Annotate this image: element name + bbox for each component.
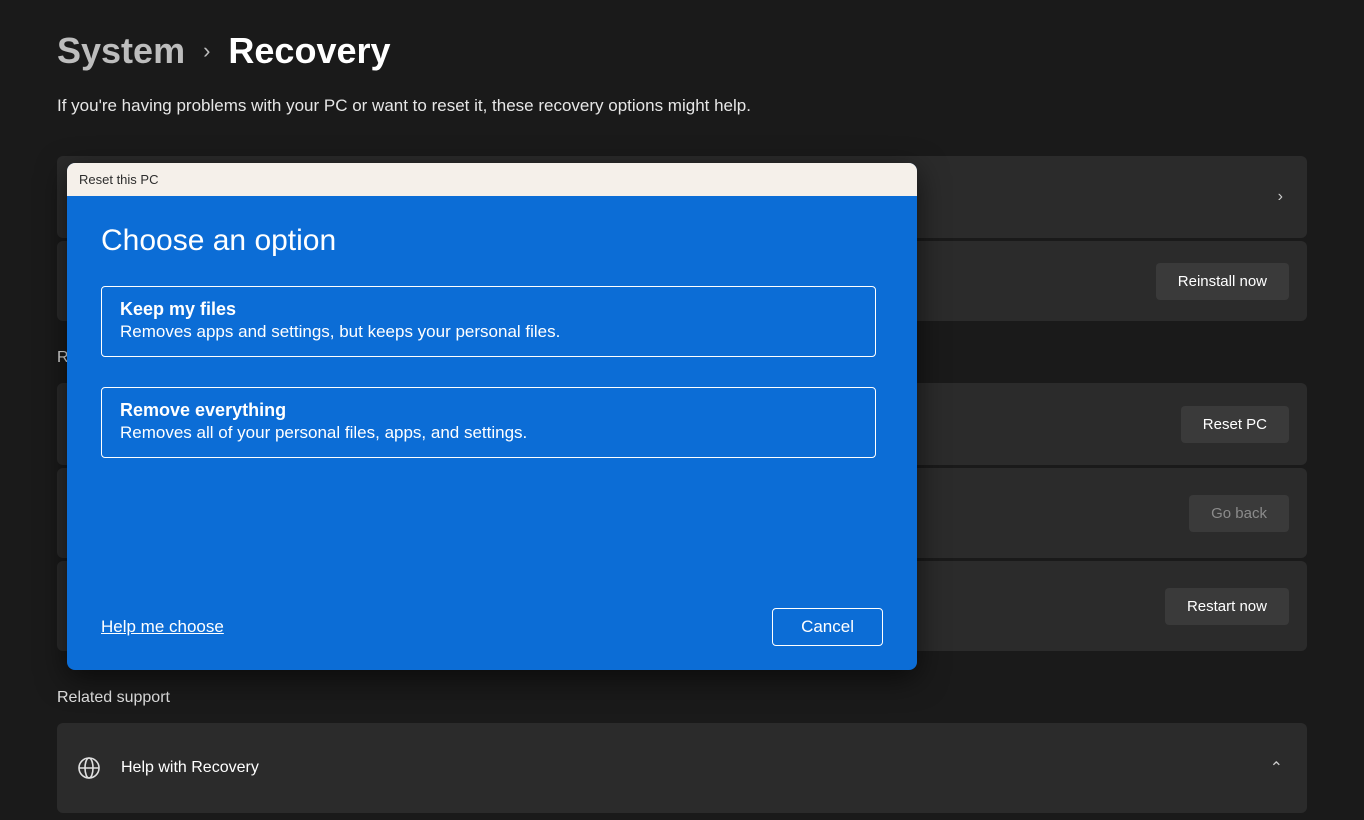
- breadcrumb: System › Recovery: [57, 30, 1307, 72]
- keep-my-files-option[interactable]: Keep my files Removes apps and settings,…: [101, 286, 876, 357]
- option-title: Remove everything: [120, 400, 857, 421]
- breadcrumb-root[interactable]: System: [57, 30, 185, 72]
- option-desc: Removes all of your personal files, apps…: [120, 423, 857, 443]
- help-with-recovery-label: Help with Recovery: [121, 759, 259, 777]
- help-with-recovery-card[interactable]: Help with Recovery ⌃: [57, 723, 1307, 813]
- go-back-button[interactable]: Go back: [1189, 495, 1289, 532]
- option-desc: Removes apps and settings, but keeps you…: [120, 322, 857, 342]
- page-title: Recovery: [228, 30, 390, 72]
- reinstall-now-button[interactable]: Reinstall now: [1156, 263, 1289, 300]
- restart-now-button[interactable]: Restart now: [1165, 588, 1289, 625]
- help-me-choose-link[interactable]: Help me choose: [101, 617, 224, 637]
- remove-everything-option[interactable]: Remove everything Removes all of your pe…: [101, 387, 876, 458]
- option-title: Keep my files: [120, 299, 857, 320]
- page-subtitle: If you're having problems with your PC o…: [57, 96, 1307, 116]
- globe-icon: [77, 756, 101, 780]
- reset-pc-dialog: Reset this PC Choose an option Keep my f…: [67, 163, 917, 670]
- dialog-heading: Choose an option: [101, 224, 883, 258]
- dialog-titlebar: Reset this PC: [67, 163, 917, 196]
- reset-pc-button[interactable]: Reset PC: [1181, 406, 1289, 443]
- cancel-button[interactable]: Cancel: [772, 608, 883, 646]
- related-support-label: Related support: [57, 689, 1307, 707]
- chevron-right-icon: ›: [1272, 188, 1289, 206]
- chevron-right-icon: ›: [203, 38, 210, 64]
- chevron-up-icon: ⌃: [1264, 758, 1289, 778]
